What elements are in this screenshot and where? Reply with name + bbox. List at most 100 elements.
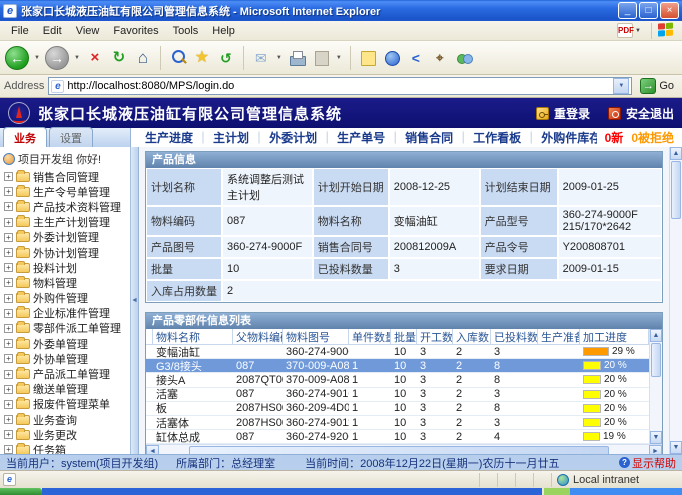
sidebar-tree-item[interactable]: + 投料计划 xyxy=(0,260,130,275)
sidebar-tree-item[interactable]: + 主生产计划管理 xyxy=(0,215,130,230)
show-help-link[interactable]: ? 显示帮助 xyxy=(619,455,676,471)
forward-icon[interactable]: → xyxy=(45,46,69,70)
badge-new-tasks[interactable]: 0新 xyxy=(605,129,624,146)
nav-link[interactable]: 主计划 xyxy=(193,129,249,146)
expand-icon[interactable]: + xyxy=(4,294,13,303)
badge-rejected-tasks[interactable]: 0被拒绝 xyxy=(631,129,674,146)
address-dropdown-icon[interactable]: ▼ xyxy=(613,78,629,94)
scroll-up-icon[interactable]: ▲ xyxy=(650,329,662,342)
expand-icon[interactable]: + xyxy=(4,370,13,379)
menu-view[interactable]: View xyxy=(69,23,107,39)
expand-icon[interactable]: + xyxy=(4,339,13,348)
relogin-button[interactable]: 重登录 xyxy=(536,105,590,122)
expand-icon[interactable]: + xyxy=(4,248,13,257)
parts-vertical-scrollbar[interactable]: ▲ ▼ xyxy=(649,329,662,444)
sidebar-tree-item[interactable]: + 外委计划管理 xyxy=(0,230,130,245)
sidebar-tree-item[interactable]: + 业务查询 xyxy=(0,412,130,427)
sidebar-tree-item[interactable]: + 报废件管理菜单 xyxy=(0,397,130,412)
page-vertical-scrollbar[interactable]: ▲ ▼ xyxy=(669,147,682,454)
tab-settings[interactable]: 设置 xyxy=(49,127,93,147)
menu-edit[interactable]: Edit xyxy=(36,23,69,39)
sidebar-tree-item[interactable]: + 外委单管理 xyxy=(0,336,130,351)
edit-icon[interactable] xyxy=(311,47,331,69)
folder-icon xyxy=(16,248,30,258)
expand-icon[interactable]: + xyxy=(4,445,13,454)
mail-icon[interactable]: ✉ xyxy=(251,47,271,69)
menu-help[interactable]: Help xyxy=(205,23,242,39)
sidebar-tree-item[interactable]: + 任务箱 xyxy=(0,442,130,454)
web-icon[interactable] xyxy=(382,47,402,69)
nav-link[interactable]: 外购件库存 xyxy=(521,129,596,146)
forward-dropdown-icon[interactable]: ▼ xyxy=(74,55,80,61)
sidebar-tree-item[interactable]: + 生产令号单管理 xyxy=(0,184,130,199)
edit-dropdown-icon[interactable]: ▼ xyxy=(336,55,342,61)
expand-icon[interactable]: + xyxy=(4,415,13,424)
pdf-dropdown-icon[interactable]: ▼ xyxy=(635,28,641,34)
favorites-icon[interactable]: ★ xyxy=(192,47,212,69)
scroll-down-icon[interactable]: ▼ xyxy=(670,441,682,454)
expand-icon[interactable]: + xyxy=(4,172,13,181)
sidebar-tree-item[interactable]: + 物料管理 xyxy=(0,275,130,290)
mail-dropdown-icon[interactable]: ▼ xyxy=(276,55,282,61)
stop-icon[interactable]: × xyxy=(85,47,105,69)
sidebar-tree-item[interactable]: + 企业标准件管理 xyxy=(0,306,130,321)
notes-icon[interactable] xyxy=(358,47,378,69)
nav-link[interactable]: 销售合同 xyxy=(385,129,453,146)
home-icon[interactable]: ⌂ xyxy=(133,47,153,69)
print-icon[interactable] xyxy=(287,47,307,69)
expand-icon[interactable]: + xyxy=(4,385,13,394)
menu-favorites[interactable]: Favorites xyxy=(106,23,165,39)
nav-link[interactable]: 外委计划 xyxy=(249,129,317,146)
back-icon[interactable]: ← xyxy=(5,46,29,70)
sidebar-tree-item[interactable]: + 产品派工单管理 xyxy=(0,366,130,381)
expand-icon[interactable]: + xyxy=(4,430,13,439)
expand-icon[interactable]: + xyxy=(4,354,13,363)
sidebar-tree-item[interactable]: + 业务更改 xyxy=(0,427,130,442)
scroll-down-icon[interactable]: ▼ xyxy=(650,431,662,444)
start-button[interactable] xyxy=(0,488,42,495)
sidebar-tree-item[interactable]: + 零部件派工单管理 xyxy=(0,321,130,336)
sidebar-splitter[interactable] xyxy=(131,147,139,454)
sidebar-tree-item[interactable]: + 产品技术资料管理 xyxy=(0,199,130,214)
refresh-icon[interactable]: ↻ xyxy=(109,47,129,69)
nav-link[interactable]: 生产单号 xyxy=(317,129,385,146)
nav-link[interactable]: 生产进度 xyxy=(145,129,193,146)
sidebar-tree-item[interactable]: + 缴送单管理 xyxy=(0,382,130,397)
table-row[interactable]: 缸体总成 087 360-274-9200F 1 10 3 2 4 19 % xyxy=(146,430,649,444)
close-button[interactable]: × xyxy=(660,2,679,19)
go-button[interactable]: → Go xyxy=(636,78,678,94)
expand-icon[interactable]: + xyxy=(4,202,13,211)
pdf-toolbar-icon[interactable]: PDF xyxy=(617,23,633,38)
expand-icon[interactable]: + xyxy=(4,263,13,272)
expand-icon[interactable]: + xyxy=(4,218,13,227)
expand-icon[interactable]: + xyxy=(4,309,13,318)
contacts-icon[interactable] xyxy=(454,47,474,69)
expand-icon[interactable]: + xyxy=(4,278,13,287)
parts-horizontal-scrollbar[interactable]: ◄ ► xyxy=(146,444,662,454)
scroll-up-icon[interactable]: ▲ xyxy=(670,147,682,160)
expand-icon[interactable]: + xyxy=(4,187,13,196)
nav-link[interactable]: 工作看板 xyxy=(453,129,521,146)
expand-icon[interactable]: + xyxy=(4,324,13,333)
menu-tools[interactable]: Tools xyxy=(166,23,206,39)
scroll-left-icon[interactable]: ◄ xyxy=(146,445,159,454)
search-icon[interactable] xyxy=(168,47,188,69)
maximize-button[interactable]: □ xyxy=(639,2,658,19)
messenger-icon[interactable]: < xyxy=(406,47,426,69)
menu-file[interactable]: File xyxy=(4,23,36,39)
research-icon[interactable]: ⌖ xyxy=(430,47,450,69)
address-url[interactable]: http://localhost:8080/MPS/login.do xyxy=(67,80,613,92)
logout-button[interactable]: 安全退出 xyxy=(608,105,674,122)
sidebar-tree-item[interactable]: + 销售合同管理 xyxy=(0,169,130,184)
address-input[interactable]: e http://localhost:8080/MPS/login.do ▼ xyxy=(48,77,632,95)
sidebar-tree-item[interactable]: + 外协计划管理 xyxy=(0,245,130,260)
scroll-right-icon[interactable]: ► xyxy=(649,445,662,454)
sidebar-tree-item[interactable]: + 外协单管理 xyxy=(0,351,130,366)
tab-business[interactable]: 业务 xyxy=(3,127,47,147)
history-icon[interactable]: ↺ xyxy=(216,47,236,69)
back-dropdown-icon[interactable]: ▼ xyxy=(34,55,40,61)
expand-icon[interactable]: + xyxy=(4,400,13,409)
minimize-button[interactable]: _ xyxy=(618,2,637,19)
expand-icon[interactable]: + xyxy=(4,233,13,242)
sidebar-tree-item[interactable]: + 外购件管理 xyxy=(0,291,130,306)
